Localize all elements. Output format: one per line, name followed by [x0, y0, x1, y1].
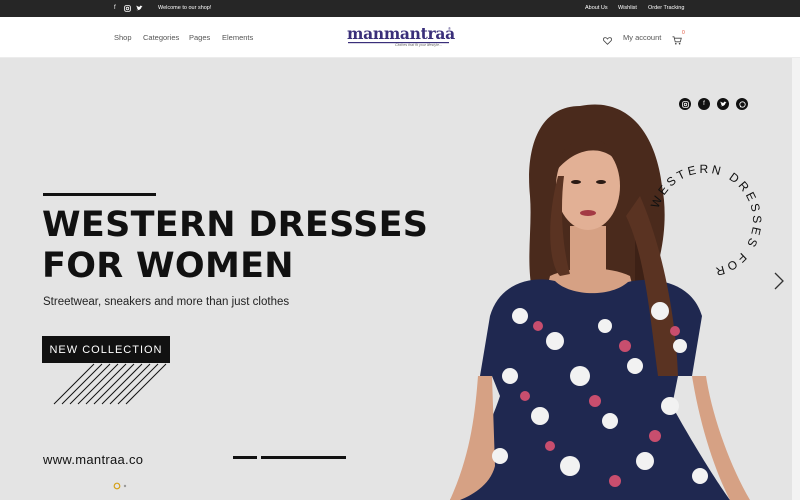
order-tracking-link[interactable]: Order Tracking — [648, 5, 684, 12]
hero-banner: WESTERN DRESSES FOR WOMEN Streetwear, sn… — [0, 58, 800, 500]
nav-pages[interactable]: Pages — [189, 33, 210, 42]
logo-wordmark: manmantraa — [347, 24, 455, 43]
pagination-dot — [123, 484, 127, 488]
slide-indicator-1[interactable] — [233, 456, 257, 459]
facebook-icon[interactable]: f — [698, 98, 710, 110]
wishlist-link[interactable]: Wishlist — [618, 5, 637, 12]
welcome-text: Welcome to our shop! — [158, 5, 212, 11]
twitter-icon[interactable] — [717, 98, 729, 110]
circular-text: WESTERN DRESSES FOR — [648, 162, 761, 279]
logo-tagline: Clothes that fit your lifestyle... — [395, 43, 442, 47]
title-accent-line — [43, 193, 156, 196]
instagram-icon[interactable] — [124, 5, 131, 15]
cart-icon[interactable] — [672, 32, 682, 50]
new-collection-button[interactable]: NEW COLLECTION — [42, 336, 170, 363]
twitter-icon[interactable] — [136, 5, 143, 14]
circular-text-badge: WESTERN DRESSES FOR — [648, 162, 764, 279]
scrollbar[interactable] — [792, 58, 800, 500]
slide-indicator-2[interactable] — [261, 456, 346, 459]
nav-categories[interactable]: Categories — [143, 33, 179, 42]
nav-elements[interactable]: Elements — [222, 33, 253, 42]
instagram-icon[interactable] — [679, 98, 691, 110]
hero-title-line2: FOR WOMEN — [42, 246, 294, 286]
chevron-right-icon[interactable] — [773, 271, 785, 291]
registered-mark: ® — [448, 26, 451, 31]
about-us-link[interactable]: About Us — [585, 5, 608, 12]
cart-count-badge: 0 — [682, 30, 685, 36]
whatsapp-icon[interactable] — [736, 98, 748, 110]
my-account-link[interactable]: My account — [623, 33, 661, 42]
facebook-icon[interactable]: f — [114, 5, 116, 12]
nav-shop[interactable]: Shop — [114, 33, 132, 42]
hero-subtitle: Streetwear, sneakers and more than just … — [43, 296, 290, 308]
wishlist-heart-icon[interactable] — [603, 32, 612, 50]
svg-text:WESTERN DRESSES FOR: WESTERN DRESSES FOR — [648, 162, 764, 279]
header: Shop Categories Pages Elements manmantra… — [0, 17, 800, 58]
hero-title-line1: WESTERN DRESSES — [42, 205, 429, 245]
pagination-dot-active — [113, 482, 121, 490]
model-photo — [450, 104, 750, 500]
top-bar: f Welcome to our shop! About Us Wishlist… — [0, 0, 800, 17]
hero-title: WESTERN DRESSES FOR WOMEN — [42, 205, 428, 287]
pagination-dots[interactable] — [113, 482, 133, 490]
logo[interactable]: manmantraa ® Clothes that fit your lifes… — [347, 24, 455, 51]
website-url: www.mantraa.co — [43, 452, 144, 467]
hatch-decoration — [53, 363, 167, 405]
